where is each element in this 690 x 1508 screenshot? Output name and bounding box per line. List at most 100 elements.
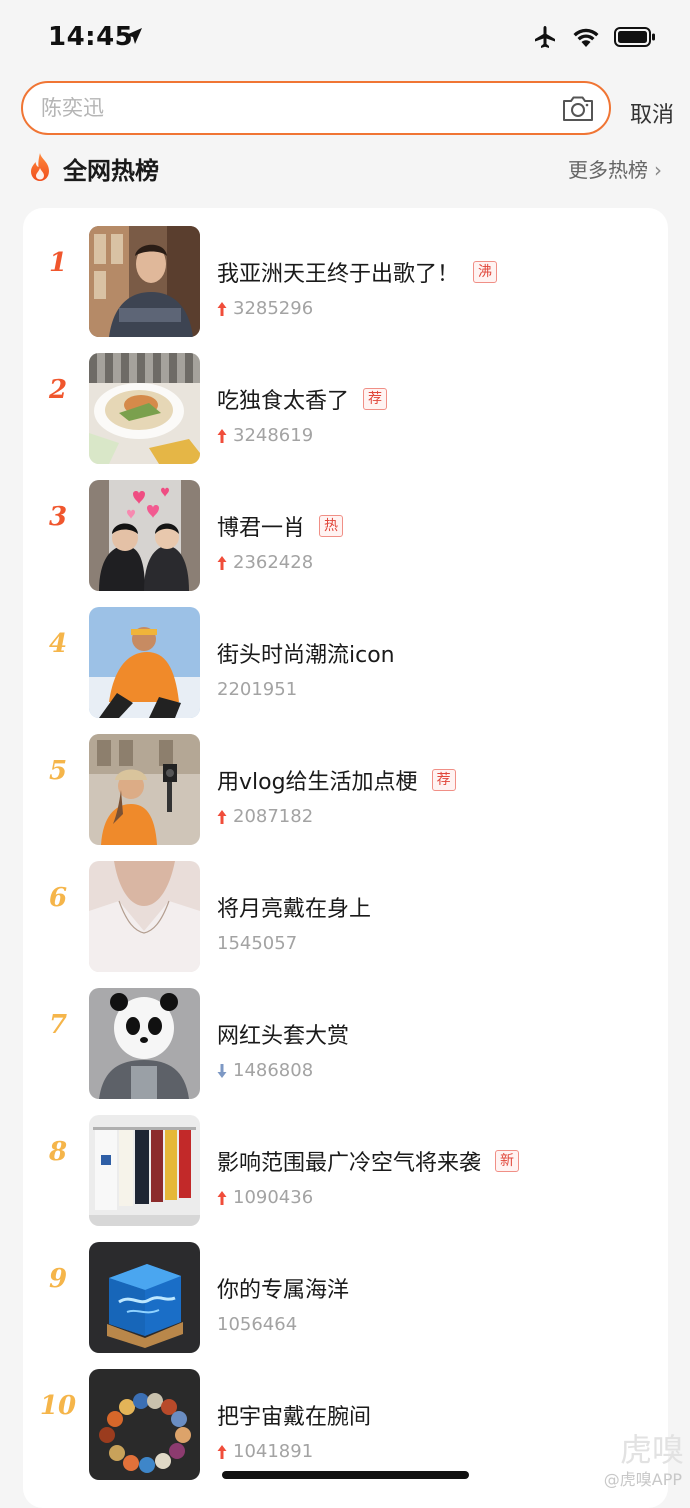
hot-list-title: 全网热榜 (63, 157, 159, 185)
chevron-right-icon: › (654, 158, 662, 182)
status-badge: 荐 (431, 769, 456, 791)
location-arrow-icon (126, 28, 142, 44)
hot-count: 2087182 (233, 806, 314, 827)
item-count-line: 3285296 (217, 298, 313, 319)
hot-list-item[interactable]: 9 你的专属海洋 1056464 (23, 1224, 668, 1353)
item-title-line: 影响范围最广冷空气将来袭 新 (217, 1145, 520, 1177)
status-bar: 14:45 (0, 0, 690, 76)
rank-number: 4 (48, 629, 68, 659)
rank-number: 9 (48, 1264, 68, 1294)
arrow-up-icon (217, 809, 227, 824)
hot-list-item[interactable]: 2 吃独食太香了 荐 3248619 (23, 335, 668, 464)
status-badge: 新 (495, 1150, 520, 1172)
item-title-line: 网红头套大赏 (217, 1018, 349, 1050)
item-title: 将月亮戴在身上 (217, 897, 372, 922)
thumbnail-image (89, 480, 200, 591)
airplane-icon (535, 26, 555, 48)
hot-list-item[interactable]: 7 网红头套大赏 1486808 (23, 970, 668, 1099)
item-title-line: 把宇宙戴在腕间 (217, 1399, 371, 1431)
hot-count: 2201951 (217, 679, 298, 700)
hot-count: 3248619 (233, 425, 314, 446)
item-count-line: 2087182 (217, 806, 313, 827)
hot-list-item[interactable]: 1 我亚洲天王终于出歌了！ 沸 3285296 (23, 208, 668, 337)
hot-list-item[interactable]: 4 街头时尚潮流icon 2201951 (23, 589, 668, 718)
status-badge: 热 (319, 515, 344, 537)
cancel-button[interactable]: 取消 (630, 97, 674, 129)
hot-list-item[interactable]: 6 将月亮戴在身上 1545057 (23, 843, 668, 972)
item-title: 我亚洲天王终于出歌了！ (217, 262, 460, 287)
home-indicator[interactable] (222, 1471, 469, 1479)
thumbnail-image (89, 226, 200, 337)
item-title-line: 将月亮戴在身上 (217, 891, 371, 923)
item-count-line: 3248619 (217, 425, 313, 446)
hot-count: 1486808 (233, 1060, 314, 1081)
rank-number: 6 (48, 883, 68, 913)
hot-count: 1056464 (217, 1314, 298, 1335)
status-icons (532, 24, 656, 50)
hot-count: 1545057 (217, 933, 298, 954)
status-badge: 沸 (473, 261, 498, 283)
hot-list-item[interactable]: 5 用vlog给生活加点梗 荐 2087182 (23, 716, 668, 845)
more-hot-list-label: 更多热榜 (568, 158, 648, 182)
arrow-up-icon (217, 1444, 227, 1459)
status-badge: 荐 (363, 388, 388, 410)
thumbnail-image (89, 607, 200, 718)
item-title: 把宇宙戴在腕间 (217, 1405, 372, 1430)
item-count-line: 2362428 (217, 552, 313, 573)
item-title-line: 街头时尚潮流icon (217, 637, 395, 669)
watermark-logo: 虎嗅 (620, 1431, 685, 1469)
search-bar (21, 81, 611, 135)
arrow-down-icon (217, 1063, 227, 1078)
hot-count: 1090436 (233, 1187, 314, 1208)
arrow-up-icon (217, 555, 227, 570)
watermark-text: @虎嗅APP (603, 1470, 682, 1489)
item-count-line: 1056464 (217, 1314, 297, 1335)
hot-list-item[interactable]: 8 影响范围最广冷空气将来袭 新 1090436 (23, 1097, 668, 1226)
thumbnail-image (89, 1369, 200, 1480)
thumbnail-image (89, 1242, 200, 1353)
thumbnail-image (89, 988, 200, 1099)
thumbnail-image (89, 861, 200, 972)
item-title: 网红头套大赏 (217, 1024, 350, 1049)
item-title: 你的专属海洋 (217, 1278, 350, 1303)
more-hot-list-link[interactable]: 更多热榜 › (568, 154, 662, 183)
rank-number: 2 (48, 375, 68, 405)
camera-icon[interactable] (561, 93, 595, 123)
item-title: 吃独食太香了 (217, 389, 350, 414)
item-title: 博君一肖 (217, 516, 306, 541)
arrow-up-icon (217, 1190, 227, 1205)
item-title: 用vlog给生活加点梗 (217, 770, 418, 795)
item-count-line: 1486808 (217, 1060, 313, 1081)
thumbnail-image (89, 353, 200, 464)
hot-list-header: 全网热榜 更多热榜 › (28, 148, 668, 188)
item-count-line: 2201951 (217, 679, 297, 700)
wifi-icon (573, 28, 599, 47)
hot-list-item[interactable]: 3 博君一肖 热 2362428 (23, 462, 668, 591)
hot-list-card: 1 我亚洲天王终于出歌了！ 沸 3285296 2 吃独食太香了 荐 32486… (23, 208, 668, 1508)
item-count-line: 1090436 (217, 1187, 313, 1208)
hot-count: 3285296 (233, 298, 314, 319)
thumbnail-image (89, 734, 200, 845)
hot-count: 2362428 (233, 552, 314, 573)
battery-icon (614, 27, 655, 47)
item-count-line: 1545057 (217, 933, 297, 954)
arrow-up-icon (217, 301, 227, 316)
item-title: 街头时尚潮流icon (217, 643, 395, 668)
item-title-line: 吃独食太香了 荐 (217, 383, 388, 415)
rank-number: 8 (48, 1137, 68, 1167)
rank-number: 3 (48, 502, 68, 532)
arrow-up-icon (217, 428, 227, 443)
hot-list-item[interactable]: 10 把宇宙戴在腕间 1041891 (23, 1351, 668, 1480)
rank-number: 10 (39, 1391, 77, 1421)
rank-number: 5 (48, 756, 68, 786)
item-title-line: 用vlog给生活加点梗 荐 (217, 764, 456, 796)
search-input[interactable] (41, 93, 541, 123)
item-title: 影响范围最广冷空气将来袭 (217, 1151, 482, 1176)
thumbnail-image (89, 1115, 200, 1226)
flame-icon (31, 153, 49, 181)
rank-number: 1 (48, 248, 68, 278)
status-time: 14:45 (48, 22, 134, 52)
item-count-line: 1041891 (217, 1441, 313, 1462)
item-title-line: 你的专属海洋 (217, 1272, 349, 1304)
item-title-line: 我亚洲天王终于出歌了！ 沸 (217, 256, 498, 288)
